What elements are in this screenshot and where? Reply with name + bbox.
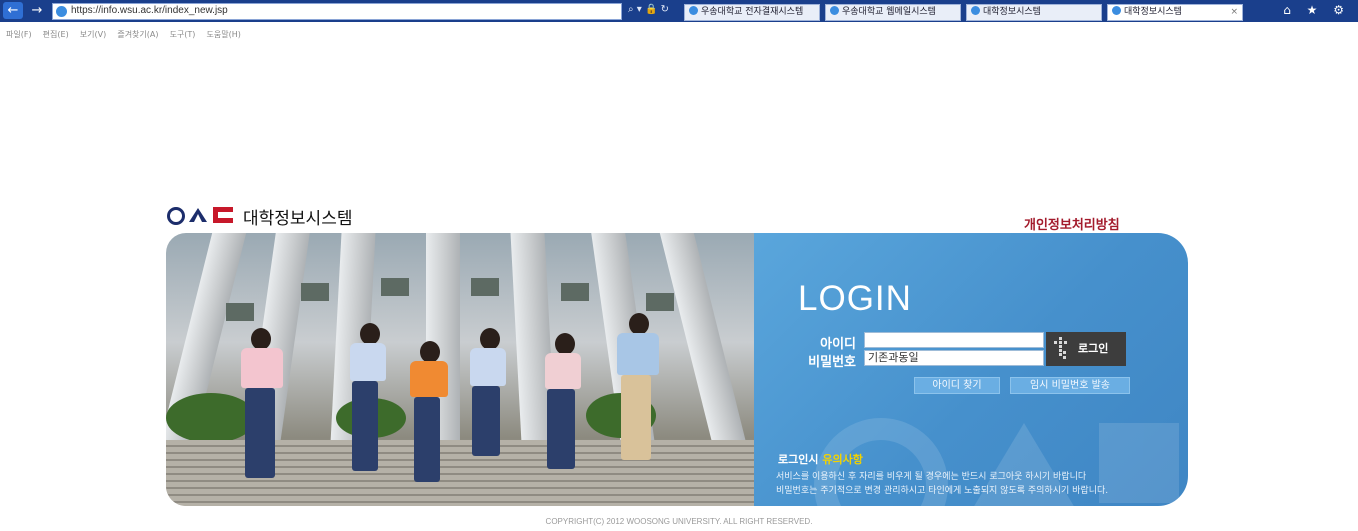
login-title: LOGIN: [798, 279, 912, 318]
address-bar[interactable]: https://info.wsu.ac.kr/index_new.jsp: [52, 3, 622, 20]
ie-icon: [689, 6, 698, 15]
ie-icon: [830, 6, 839, 15]
login-button-label: 로그인: [1078, 342, 1109, 355]
id-label: 아이디: [820, 337, 856, 352]
notice-line: 서비스를 이용하신 후 자리를 비우게 될 경우에는 반드시 로그아웃 하시기 …: [776, 472, 1087, 482]
close-icon[interactable]: ×: [1230, 5, 1238, 20]
password-label: 비밀번호: [808, 355, 856, 370]
login-button[interactable]: 로그인: [1046, 332, 1126, 366]
logo-e-icon: [213, 207, 233, 223]
logo-circle-icon: [167, 207, 185, 225]
menu-bar: 파일(F) 편집(E) 보기(V) 즐겨찾기(A) 도구(T) 도움말(H): [0, 22, 1358, 39]
tab-label: 우송대학교 전자결재시스템: [701, 7, 804, 17]
tab-label: 대학정보시스템: [1124, 7, 1182, 17]
privacy-policy-link[interactable]: 개인정보처리방침: [1024, 214, 1120, 233]
tab-label: 대학정보시스템: [983, 7, 1041, 17]
login-panel: LOGIN 아이디 비밀번호 로그인 아이디 찾기 임시 비밀번호 발송 로그인…: [754, 233, 1188, 506]
notice-title: 로그인시 유의사항: [778, 451, 863, 467]
home-star-gear-icon[interactable]: ⌂ ★ ⚙: [1283, 3, 1350, 17]
notice-title-highlight: 유의사항: [822, 453, 863, 466]
menu-favorites[interactable]: 즐겨찾기(A): [117, 30, 158, 39]
ie-icon: [56, 6, 67, 17]
notice-line: 비밀번호는 주기적으로 변경 관리하시고 타인에게 노출되지 않도록 주의하시기…: [776, 486, 1109, 496]
ie-icon: [1112, 6, 1121, 15]
menu-help[interactable]: 도움말(H): [207, 30, 241, 39]
tab-webmail[interactable]: 우송대학교 웹메일시스템: [825, 4, 961, 21]
logo-text: 대학정보시스템: [243, 209, 353, 229]
menu-file[interactable]: 파일(F): [6, 30, 32, 39]
find-id-button[interactable]: 아이디 찾기: [914, 377, 1000, 394]
notice-title-prefix: 로그인시: [778, 453, 819, 466]
tab-e-approval[interactable]: 우송대학교 전자결재시스템: [684, 4, 820, 21]
tab-label: 우송대학교 웹메일시스템: [842, 7, 936, 17]
menu-view[interactable]: 보기(V): [80, 30, 106, 39]
address-url: https://info.wsu.ac.kr/index_new.jsp: [71, 5, 228, 16]
ie-icon: [971, 6, 980, 15]
tab-info-system[interactable]: 대학정보시스템: [966, 4, 1102, 21]
send-temp-password-button[interactable]: 임시 비밀번호 발송: [1010, 377, 1130, 394]
menu-tools[interactable]: 도구(T): [170, 30, 196, 39]
password-input[interactable]: [864, 350, 1044, 366]
campus-photo: [166, 233, 766, 506]
id-input[interactable]: [864, 332, 1044, 348]
key-icon: [1054, 337, 1068, 359]
copyright-footer: COPYRIGHT(C) 2012 WOOSONG UNIVERSITY. AL…: [545, 517, 813, 526]
address-actions-icon[interactable]: ⌕ ▾ 🔒 ↻: [628, 4, 669, 15]
browser-toolbar: ← → https://info.wsu.ac.kr/index_new.jsp…: [0, 0, 1358, 22]
back-arrow-icon[interactable]: ←: [3, 2, 23, 19]
tab-info-system-active[interactable]: 대학정보시스템 ×: [1107, 4, 1243, 21]
forward-arrow-icon[interactable]: →: [27, 2, 47, 19]
logo-triangle-icon: [189, 208, 207, 222]
menu-edit[interactable]: 편집(E): [43, 30, 69, 39]
